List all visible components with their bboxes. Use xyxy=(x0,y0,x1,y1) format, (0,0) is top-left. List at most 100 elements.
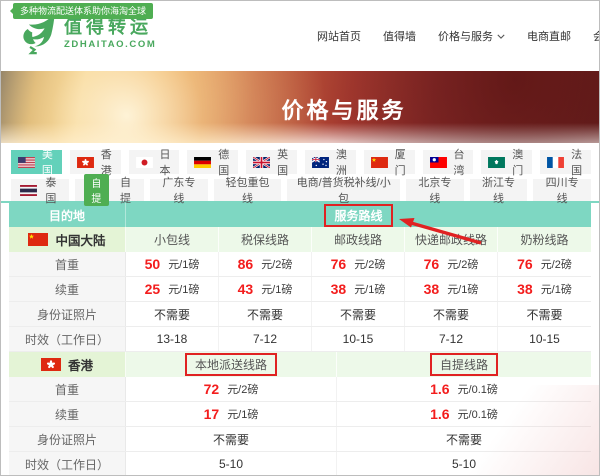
price-unit: 元/1磅 xyxy=(227,406,258,422)
top-header-bar: 值得转运 ZDHAITAO.COM 多种物流配送体系助你海淘全球 网站首页值得墙… xyxy=(1,1,599,71)
page-banner: 价格与服务 xyxy=(1,71,599,143)
tab-香港[interactable]: 香港 xyxy=(70,150,121,174)
price-value: 1.6 xyxy=(430,406,449,422)
price-value: 76 xyxy=(424,256,440,272)
table-row: 时效（工作日）5-105-10 xyxy=(9,452,591,476)
row-label: 续重 xyxy=(9,402,126,426)
tab-label: 自提 xyxy=(116,174,135,206)
flag-au-icon xyxy=(312,157,329,168)
tab-英国[interactable]: 英国 xyxy=(246,150,297,174)
tab-北京专线[interactable]: 北京专线 xyxy=(406,179,464,201)
service-column-header: 小包线 xyxy=(126,227,219,252)
value-cell: 13-18 xyxy=(126,327,219,351)
tab-label: 轻包重包线 xyxy=(223,174,273,206)
tab-厦门[interactable]: 厦门 xyxy=(364,150,415,174)
price-cell: 17元/1磅 xyxy=(126,402,337,426)
value-cell: 5-10 xyxy=(337,452,591,476)
nav-item[interactable]: 电商直邮 xyxy=(527,28,571,44)
price-value: 38 xyxy=(517,281,533,297)
annotation-box: 服务路线 xyxy=(324,204,392,227)
flag-hk-icon xyxy=(41,358,61,371)
price-cell: 38元/1磅 xyxy=(498,277,591,301)
flag-us-icon xyxy=(18,157,35,168)
price-cell: 86元/2磅 xyxy=(219,252,312,276)
table-row: 身份证照片不需要不需要 xyxy=(9,427,591,452)
flag-gb-icon xyxy=(253,157,270,168)
service-column-header: 奶粉线路 xyxy=(498,227,591,252)
region-cell: 中国大陆 xyxy=(9,227,126,252)
price-cell: 38 元/1磅 xyxy=(312,277,405,301)
tab-浙江专线[interactable]: 浙江专线 xyxy=(470,179,528,201)
value-cell: 5-10 xyxy=(126,452,337,476)
tab-label: 厦门 xyxy=(393,146,408,178)
row-label: 身份证照片 xyxy=(9,427,126,451)
price-unit: 元/1磅 xyxy=(168,281,199,297)
table-row: 时效（工作日）13-187-1210-157-1210-15 xyxy=(9,327,591,352)
tab-德国[interactable]: 德国 xyxy=(187,150,238,174)
price-unit: 元/1磅 xyxy=(261,281,292,297)
service-column-header: 邮政线路 xyxy=(312,227,405,252)
price-unit: 元/0.1磅 xyxy=(458,406,498,422)
tab-澳洲[interactable]: 澳洲 xyxy=(305,150,356,174)
table-row: 首重72元/2磅1.6元/0.1磅 xyxy=(9,377,591,402)
price-unit: 元/2磅 xyxy=(354,256,385,272)
tab-电商/普货税补线/小包[interactable]: 电商/普货税补线/小包 xyxy=(287,179,400,201)
nav-item[interactable]: 网站首页 xyxy=(317,28,361,44)
price-cell: 1.6元/0.1磅 xyxy=(337,377,591,401)
table-header-row: 目的地 服务路线 xyxy=(9,203,591,227)
country-tabs-row1: 美国香港日本德国英国澳洲厦门台湾澳门法国 xyxy=(11,150,591,174)
service-column-header: 税保线路 xyxy=(219,227,312,252)
price-value: 50 xyxy=(145,256,161,272)
tab-台湾[interactable]: 台湾 xyxy=(423,150,474,174)
value-cell: 7-12 xyxy=(219,327,312,351)
nav-item[interactable]: 值得墙 xyxy=(383,28,416,44)
flag-cn-icon xyxy=(28,233,48,246)
value-cell: 不需要 xyxy=(219,302,312,326)
value-cell: 7-12 xyxy=(405,327,498,351)
price-unit: 元/1磅 xyxy=(354,281,385,297)
tab-泰国[interactable]: 泰国 xyxy=(11,179,69,201)
tab-label: 浙江专线 xyxy=(479,174,519,206)
region-name: 香港 xyxy=(68,355,93,374)
price-cell: 76 元/2磅 xyxy=(405,252,498,276)
price-cell: 25 元/1磅 xyxy=(126,277,219,301)
tab-广东专线[interactable]: 广东专线 xyxy=(150,179,208,201)
price-unit: 元/2磅 xyxy=(447,256,478,272)
annotation-box: 自提线路 xyxy=(430,353,498,376)
price-table: 目的地服务路线中国大陆小包线税保线路邮政线路快递邮政线路奶粉线路首重50元/1磅… xyxy=(9,203,591,476)
price-unit: 元/1磅 xyxy=(447,281,478,297)
price-cell: 38元/1磅 xyxy=(405,277,498,301)
value-cell: 10-15 xyxy=(498,327,591,351)
value-cell: 不需要 xyxy=(312,302,405,326)
nav-item[interactable]: 价格与服务 xyxy=(438,28,505,44)
flag-mo-icon xyxy=(488,157,505,168)
row-label: 时效（工作日） xyxy=(9,452,126,476)
main-nav: 网站首页 值得墙 价格与服务 电商直邮 会员社区 xyxy=(317,1,600,71)
tab-四川专线[interactable]: 四川专线 xyxy=(533,179,591,201)
value-cell: 不需要 xyxy=(126,427,337,451)
tab-美国[interactable]: 美国 xyxy=(11,150,62,174)
tab-澳门[interactable]: 澳门 xyxy=(481,150,532,174)
brand-name: 值得转运 xyxy=(64,18,156,38)
row-label: 时效（工作日） xyxy=(9,327,126,351)
nav-item[interactable]: 会员社区 xyxy=(593,28,600,44)
value-cell: 不需要 xyxy=(498,302,591,326)
flag-th-icon xyxy=(20,185,37,196)
price-value: 25 xyxy=(145,281,161,297)
tab-自提[interactable]: 自提自提 xyxy=(75,179,144,201)
tab-法国[interactable]: 法国 xyxy=(540,150,591,174)
row-label: 续重 xyxy=(9,277,126,301)
price-cell: 43元/1磅 xyxy=(219,277,312,301)
price-value: 86 xyxy=(238,256,254,272)
tab-轻包重包线[interactable]: 轻包重包线 xyxy=(214,179,282,201)
col-service-header: 服务路线 xyxy=(126,203,591,227)
page: 值得转运 ZDHAITAO.COM 多种物流配送体系助你海淘全球 网站首页值得墙… xyxy=(0,0,600,476)
col-destination-header: 目的地 xyxy=(9,203,126,227)
price-value: 38 xyxy=(331,281,347,297)
region-cell: 香港 xyxy=(9,352,126,377)
row-label: 身份证照片 xyxy=(9,302,126,326)
tab-日本[interactable]: 日本 xyxy=(129,150,180,174)
table-row: 续重17元/1磅 1.6 元/0.1磅 xyxy=(9,402,591,427)
price-unit: 元/1磅 xyxy=(168,256,199,272)
table-row: 首重50元/1磅86元/2磅76元/2磅76元/2磅76元/2磅 xyxy=(9,252,591,277)
